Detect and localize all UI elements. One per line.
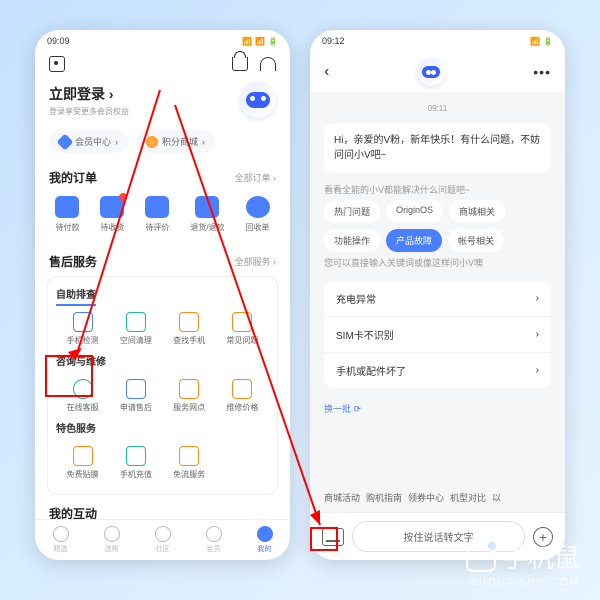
keyboard-icon[interactable] [322,528,344,546]
interact-title: 我的互动 [49,505,97,519]
diamond-icon [57,133,74,150]
selfcheck-label: 自助排查 [56,286,96,306]
phone-left: 09:09 📶📶🔋 立即登录 › 登录享受更多会员权益 会员中心 › 积分商城 … [35,30,290,560]
chip-function[interactable]: 功能操作 [324,229,380,252]
orders-title: 我的订单 [49,169,97,186]
status-bar: 09:09 📶📶🔋 [35,30,290,52]
order-pending-receive[interactable]: 待收货 [100,196,124,233]
support-icon[interactable] [260,57,276,71]
avatar[interactable] [240,82,276,118]
quick-more[interactable]: 以 [492,491,501,504]
chip-hot[interactable]: 热门问题 [324,200,380,223]
message-time: 09:11 [310,100,565,117]
login-subtitle: 登录享受更多会员权益 [49,106,129,117]
phone-right: 09:12 📶🔋 ‹ ••• 09:11 Hi，亲爱的V粉，新年快乐！有什么问题… [310,30,565,560]
quick-guide[interactable]: 购机指南 [366,491,402,504]
coin-icon [146,136,158,148]
free-data[interactable]: 免流服务 [163,446,216,480]
find-phone[interactable]: 查找手机 [163,312,216,346]
tab-member[interactable]: 会员 [206,526,222,554]
chip-fault[interactable]: 产品故障 [386,229,442,252]
back-button[interactable]: ‹ [324,63,329,81]
chip-account[interactable]: 帐号相关 [448,229,504,252]
phone-check[interactable]: 手机检测 [56,312,109,346]
service-more[interactable]: 全部服务 › [235,255,277,268]
online-service[interactable]: 在线客服 [56,379,109,413]
more-button[interactable]: ••• [533,64,551,80]
status-time: 09:12 [322,36,345,46]
recharge[interactable]: 手机充值 [109,446,162,480]
chip-originos[interactable]: OriginOS [386,200,443,223]
chip-mall[interactable]: 商城相关 [449,200,505,223]
quick-activity[interactable]: 商城活动 [324,491,360,504]
quick-coupon[interactable]: 领券中心 [408,491,444,504]
cart-icon[interactable] [232,57,248,71]
tab-featured[interactable]: 精选 [53,526,69,554]
consult-label: 咨询与维修 [56,353,106,373]
login-title[interactable]: 立即登录 › [49,84,129,104]
watermark: 手机鼠 SHOUJISHU.COM [466,538,580,588]
faq-broken[interactable]: 手机或配件坏了› [324,353,551,388]
quick-compare[interactable]: 机型对比 [450,491,486,504]
tab-mine[interactable]: 我的 [257,526,273,554]
status-bar: 09:12 📶🔋 [310,30,565,52]
free-film[interactable]: 免费贴膜 [56,446,109,480]
faq-sim[interactable]: SIM卡不识别› [324,317,551,353]
refresh-button[interactable]: 换一批 ⟳ [310,396,565,421]
order-recycle[interactable]: 回收单 [246,196,270,233]
keyword-hint: 您可以直接输入关键词或像这样问小V噢 [310,252,565,273]
greeting-bubble: Hi，亲爱的V粉，新年快乐！有什么问题，不妨问问小V吧~ [324,123,551,173]
faq-charge[interactable]: 充电异常› [324,281,551,317]
faq[interactable]: 常见问题 [216,312,269,346]
member-center-pill[interactable]: 会员中心 › [49,130,128,153]
orders-more[interactable]: 全部订单 › [235,171,277,184]
apply-aftersale[interactable]: 申请售后 [109,379,162,413]
special-label: 特色服务 [56,420,96,440]
service-point[interactable]: 服务网点 [163,379,216,413]
order-pending-pay[interactable]: 待付款 [55,196,79,233]
status-icons: 📶📶🔋 [242,37,278,46]
status-icons: 📶🔋 [530,37,553,46]
suggestion-intro: 看看全能的小V都能解决什么问题吧~ [310,179,565,200]
watermark-logo-icon [466,542,496,572]
tab-shop[interactable]: 选购 [104,526,120,554]
service-title: 售后服务 [49,253,97,270]
space-clean[interactable]: 空间清理 [109,312,162,346]
status-time: 09:09 [47,36,70,46]
tab-community[interactable]: 社区 [155,526,171,554]
repair-price[interactable]: 维修价格 [216,379,269,413]
order-return[interactable]: 退货/退款 [190,196,224,233]
points-mall-pill[interactable]: 积分商城 › [136,130,215,153]
bot-avatar [417,58,445,86]
settings-icon[interactable] [49,56,65,72]
order-pending-review[interactable]: 待评价 [145,196,169,233]
